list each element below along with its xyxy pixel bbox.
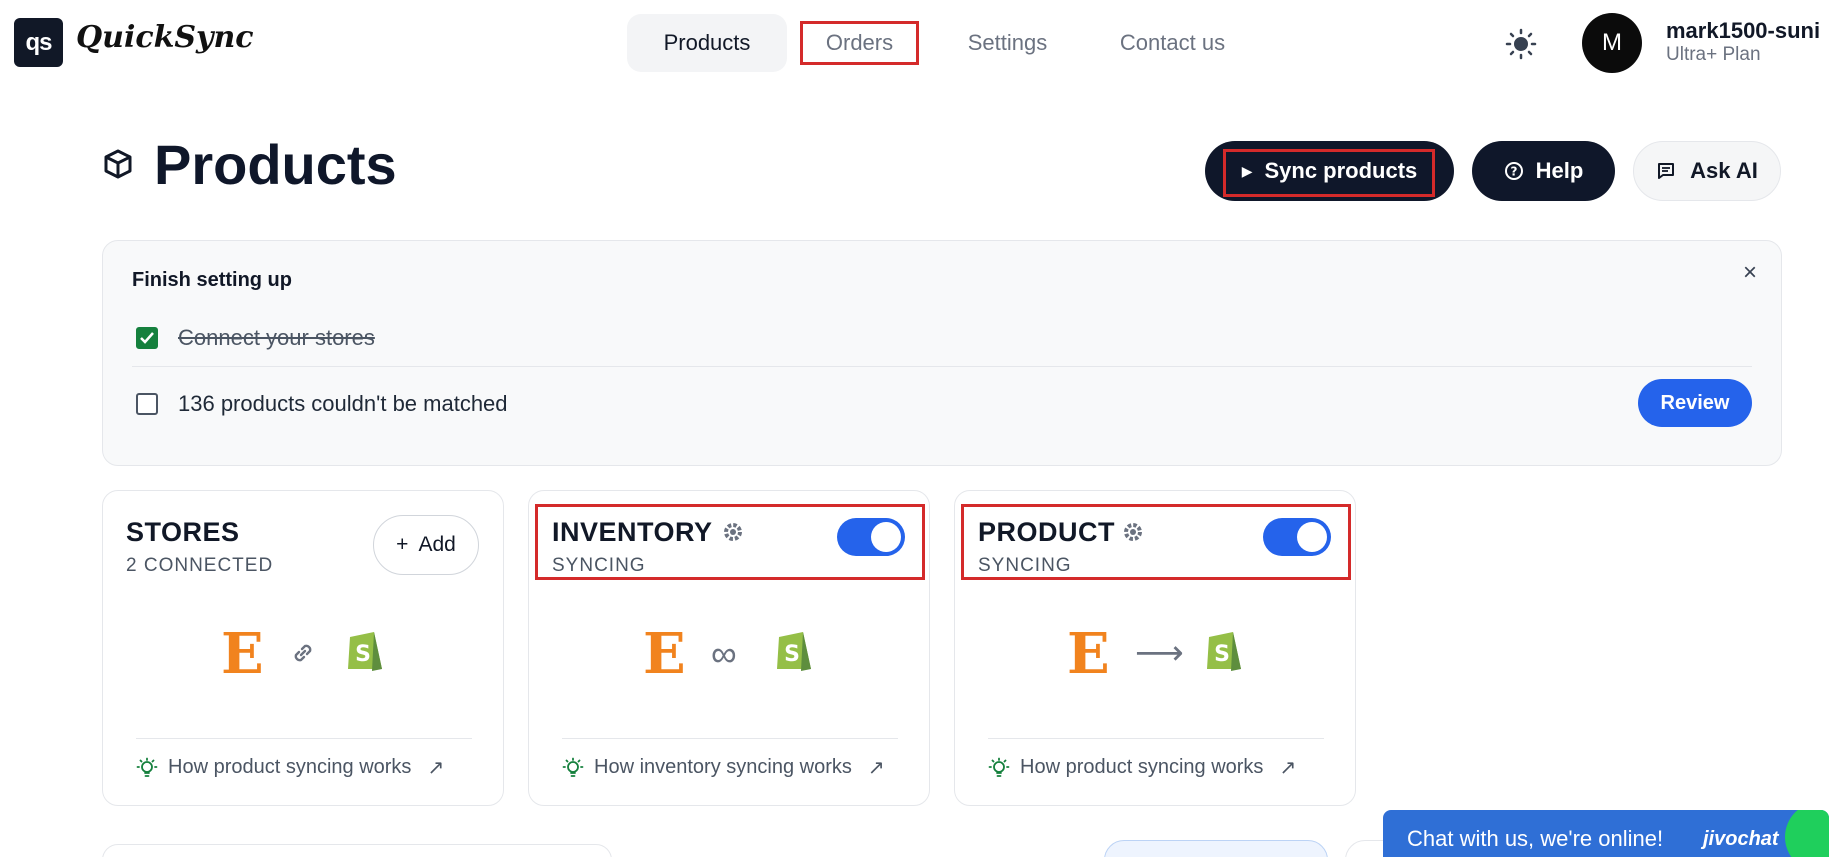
user-plan: Ultra+ Plan bbox=[1666, 44, 1761, 65]
svg-text:S: S bbox=[355, 642, 371, 667]
gear-icon[interactable] bbox=[721, 520, 745, 544]
card-title: STORES bbox=[126, 517, 240, 547]
card-title: PRODUCT bbox=[978, 517, 1115, 547]
etsy-icon: E bbox=[221, 621, 264, 687]
card-divider bbox=[136, 738, 472, 739]
shopify-icon: S bbox=[1207, 632, 1241, 671]
help-label: Help bbox=[1535, 158, 1584, 183]
external-link-icon: ↗ bbox=[427, 757, 445, 779]
task-label-connect: Connect your stores bbox=[178, 325, 375, 350]
setup-divider bbox=[132, 366, 1752, 367]
svg-text:?: ? bbox=[1510, 165, 1517, 179]
external-link-icon: ↗ bbox=[1279, 757, 1297, 779]
page-title: Products bbox=[154, 133, 397, 196]
logo-text[interactable]: QuickSync bbox=[76, 20, 254, 55]
card-divider bbox=[562, 738, 898, 739]
product-sync-toggle[interactable] bbox=[1263, 518, 1331, 556]
setup-panel: Finish setting up × Connect your stores … bbox=[102, 240, 1782, 466]
card-subtitle: 2 CONNECTED bbox=[126, 555, 274, 576]
gear-icon[interactable] bbox=[1121, 520, 1145, 544]
box-icon bbox=[104, 149, 132, 179]
nav-settings[interactable]: Settings bbox=[950, 14, 1065, 72]
task-label-unmatched: 136 products couldn't be matched bbox=[178, 391, 508, 416]
plus-icon: + bbox=[396, 533, 409, 556]
filter-pill-partial[interactable] bbox=[1104, 840, 1328, 857]
task-checkbox-unmatched[interactable] bbox=[136, 393, 158, 415]
shopify-icon: S bbox=[777, 632, 811, 671]
inventory-card: INVENTORY SYNCING E ∞ S How inventory sy… bbox=[528, 490, 930, 806]
nav-products[interactable]: Products bbox=[627, 14, 787, 72]
chat-status-icon bbox=[1785, 810, 1829, 857]
chat-brand: jivochat bbox=[1703, 828, 1779, 850]
sun-icon[interactable] bbox=[1505, 28, 1537, 60]
card-divider bbox=[988, 738, 1324, 739]
link-label: How product syncing works bbox=[168, 756, 412, 778]
how-inventory-syncing-link[interactable]: How inventory syncing works ↗ bbox=[562, 755, 885, 780]
arrow-right-icon: ⟶ bbox=[1135, 634, 1184, 672]
how-product-syncing-link[interactable]: How product syncing works ↗ bbox=[136, 755, 444, 780]
etsy-icon: E bbox=[643, 621, 686, 687]
help-button[interactable]: ? Help bbox=[1472, 141, 1615, 201]
help-icon: ? bbox=[1504, 162, 1523, 180]
top-bar: qs QuickSync Products Orders Settings Co… bbox=[0, 0, 1829, 88]
logo-mark[interactable]: qs bbox=[14, 18, 63, 67]
link-label: How inventory syncing works bbox=[594, 756, 852, 778]
setup-title: Finish setting up bbox=[132, 269, 292, 291]
lightbulb-icon bbox=[988, 757, 1010, 777]
chat-widget[interactable]: Chat with us, we're online! jivochat bbox=[1383, 810, 1829, 857]
inventory-sync-toggle[interactable] bbox=[837, 518, 905, 556]
external-link-icon: ↗ bbox=[867, 757, 885, 779]
ask-ai-label: Ask AI bbox=[1690, 158, 1758, 183]
etsy-icon: E bbox=[1067, 621, 1110, 687]
svg-text:S: S bbox=[784, 642, 800, 667]
nav-orders[interactable]: Orders bbox=[800, 21, 919, 65]
add-label: Add bbox=[418, 533, 456, 556]
avatar[interactable]: M bbox=[1582, 13, 1642, 73]
card-subtitle: SYNCING bbox=[552, 555, 646, 576]
product-card: PRODUCT SYNCING E ⟶ S How product syncin… bbox=[954, 490, 1356, 806]
task-checkbox-connect[interactable] bbox=[136, 327, 158, 349]
sync-products-highlight bbox=[1223, 149, 1435, 197]
toggle-knob bbox=[871, 522, 901, 552]
search-box-partial[interactable] bbox=[102, 844, 612, 857]
ask-ai-button[interactable]: Ask AI bbox=[1633, 141, 1781, 201]
toggle-knob bbox=[1297, 522, 1327, 552]
infinity-icon: ∞ bbox=[711, 633, 737, 674]
card-subtitle: SYNCING bbox=[978, 555, 1072, 576]
stores-card: STORES 2 CONNECTED + Add E S How product… bbox=[102, 490, 504, 806]
close-icon[interactable]: × bbox=[1743, 259, 1757, 287]
shopify-icon: S bbox=[348, 632, 382, 671]
link-icon bbox=[294, 644, 312, 662]
add-store-button[interactable]: + Add bbox=[373, 515, 479, 575]
card-title: INVENTORY bbox=[552, 517, 713, 547]
lightbulb-icon bbox=[136, 757, 158, 777]
review-button[interactable]: Review bbox=[1638, 379, 1752, 427]
how-product-syncing-link[interactable]: How product syncing works ↗ bbox=[988, 755, 1296, 780]
chat-text: Chat with us, we're online! bbox=[1407, 826, 1664, 851]
link-label: How product syncing works bbox=[1020, 756, 1264, 778]
check-icon bbox=[140, 332, 154, 344]
svg-text:S: S bbox=[1214, 642, 1230, 667]
lightbulb-icon bbox=[562, 757, 584, 777]
user-name[interactable]: mark1500-suni bbox=[1666, 18, 1820, 44]
message-icon bbox=[1658, 163, 1675, 179]
nav-contact-us[interactable]: Contact us bbox=[1110, 14, 1235, 72]
